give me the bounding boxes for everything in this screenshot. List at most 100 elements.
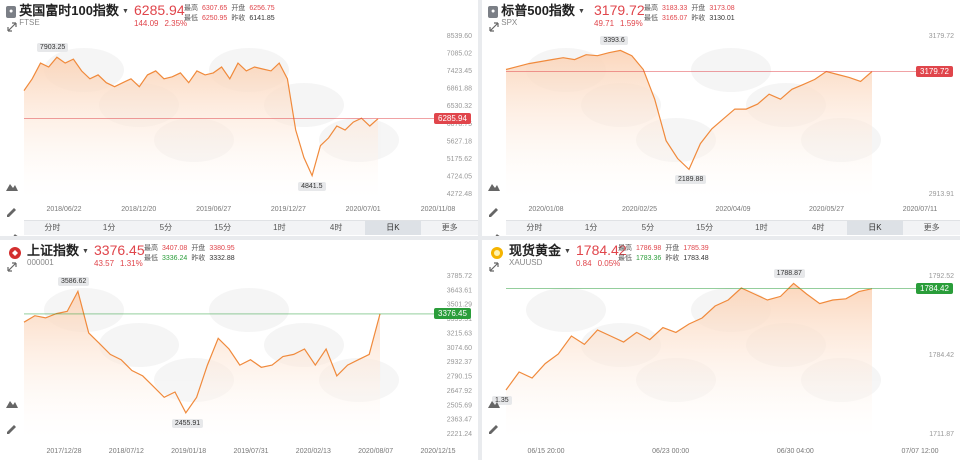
timeframe-option[interactable]: 4时: [308, 221, 365, 235]
stat-label: 昨收: [665, 255, 680, 262]
x-axis-label: 2017/12/28: [46, 448, 82, 455]
mountain-chart-icon[interactable]: [486, 395, 502, 411]
pencil-icon[interactable]: [486, 421, 502, 437]
instrument-title: 现货黄金 ▼ XAUUSD: [509, 244, 571, 268]
pencil-icon[interactable]: [4, 421, 20, 437]
map-shape: [526, 288, 606, 332]
expand-icon[interactable]: [489, 262, 499, 275]
panel-ftse: 8539.60 7085.02 7423.45 6861.88 6530.32 6078.…: [0, 0, 478, 236]
stat-value: 3332.88: [209, 255, 235, 262]
pencil-icon[interactable]: [4, 204, 20, 220]
timeframe-option[interactable]: 5分: [620, 221, 677, 235]
price-chart[interactable]: 8539.607085.027423.456861.886530.326078.…: [0, 0, 478, 236]
stat-label: 最高: [184, 5, 198, 12]
panel-header: ● 标普500指数 ▼ SPX 3179.72 49.71 1.59% 最高 3183.33 开盘…: [482, 0, 960, 30]
pencil-icon[interactable]: [486, 204, 502, 220]
y-axis-label: 6861.88: [447, 86, 472, 93]
high-callout: 3586.62: [57, 277, 90, 287]
expand-icon[interactable]: [7, 262, 17, 275]
stat-value: 3165.07: [662, 15, 688, 22]
last-price: 3376.45: [94, 242, 145, 258]
timeframe-option[interactable]: 5分: [138, 221, 195, 235]
instrument-name: 上证指数: [27, 243, 80, 258]
chevron-down-icon[interactable]: ▼: [564, 246, 571, 257]
y-axis-label: 7423.45: [447, 68, 472, 75]
change-percent: 1.31%: [120, 259, 143, 268]
timeframe-option[interactable]: 分时: [506, 221, 563, 235]
timeframe-option[interactable]: 日K: [846, 221, 904, 235]
instrument-selector[interactable]: ● 标普500指数 ▼ SPX: [488, 4, 585, 27]
mountain-chart-icon[interactable]: [4, 178, 20, 194]
x-axis-label: 2019/12/27: [270, 206, 306, 213]
price-stats: 最高 6307.65 开盘 6256.75 最低 6250.95 昨收 6141.85: [184, 4, 275, 23]
stat-label: 开盘: [191, 245, 206, 252]
instrument-title: 标普500指数 ▼ SPX: [501, 4, 585, 28]
change-value: 49.71: [594, 19, 615, 28]
x-axis-label: 2020/02/13: [295, 448, 331, 455]
timeframe-option[interactable]: 分时: [24, 221, 81, 235]
timeframe-option[interactable]: 15分: [194, 221, 251, 235]
timeframe-option[interactable]: 更多: [421, 221, 478, 235]
instrument-selector[interactable]: 现货黄金 ▼ XAUUSD: [488, 244, 571, 267]
indicator-icon[interactable]: [486, 230, 502, 236]
drawing-tools: [486, 178, 502, 236]
chevron-down-icon[interactable]: ▼: [122, 6, 129, 17]
x-axis-label: 2019/01/18: [171, 448, 207, 455]
x-axis: 2020/01/08 2020/02/25 2020/04/09 2020/05/27…: [482, 206, 960, 216]
timeframe-option[interactable]: 15分: [676, 221, 733, 235]
y-axis-label: 7085.02: [447, 51, 472, 58]
stat-label: 最低: [144, 255, 158, 262]
timeframe-option[interactable]: 日K: [364, 221, 422, 235]
x-axis-label: 06/30 04:00: [776, 448, 814, 455]
stat-value: 3380.95: [209, 245, 235, 252]
timeframe-option[interactable]: 1时: [733, 221, 790, 235]
price-chart[interactable]: 3179.72 2913.91: [482, 0, 960, 236]
current-price-tag: 1784.42: [916, 282, 953, 294]
x-axis-label: 2020/02/25: [621, 206, 658, 213]
expand-icon[interactable]: [489, 22, 499, 35]
price-change: 49.71 1.59%: [594, 18, 649, 29]
y-axis-label: 4724.05: [447, 173, 472, 180]
expand-icon[interactable]: [7, 22, 17, 35]
timeframe-option[interactable]: 4时: [790, 221, 847, 235]
y-axis-label: 3074.60: [447, 345, 472, 352]
panel-spx: 3179.72 2913.91 ● 标普500指数 ▼ SPX 3179.72 49.71 1.…: [482, 0, 960, 236]
stat-label: 开盘: [691, 5, 706, 12]
price-chart[interactable]: 1792.52 1784.42 1711.87: [482, 240, 960, 460]
panel-header: 现货黄金 ▼ XAUUSD 1784.42 0.84 0.05% 最高 1786.98 开盘 17…: [482, 240, 960, 270]
price-chart[interactable]: 3785.723643.613501.293359.513215.633074.…: [0, 240, 478, 460]
area-fill: [24, 57, 378, 199]
chevron-down-icon[interactable]: ▼: [82, 246, 89, 257]
instrument-code: XAUUSD: [509, 258, 543, 267]
x-axis: 2017/12/28 2018/07/12 2019/01/18 2019/07/31…: [0, 448, 478, 458]
mountain-chart-icon[interactable]: [4, 395, 20, 411]
low-callout: 2189.88: [675, 175, 707, 185]
indicator-icon[interactable]: [4, 230, 20, 236]
timeframe-option[interactable]: 1分: [81, 221, 138, 235]
current-price-tag: 3179.72: [916, 65, 953, 77]
chevron-down-icon[interactable]: ▼: [578, 6, 585, 17]
exchange-logo-icon: [6, 244, 24, 262]
stat-label: 最高: [644, 5, 658, 12]
y-axis-label: 1792.52: [929, 273, 954, 280]
y-axis-label: 2505.69: [447, 402, 472, 409]
x-axis-label: 2020/08/07: [358, 448, 394, 455]
panel-header: 上证指数 ▼ 000001 3376.45 43.57 1.31% 最高 3407.08 开盘 3…: [0, 240, 478, 270]
instrument-selector[interactable]: ● 英国富时100指数 ▼ FTSE: [6, 4, 129, 27]
timeframe-option[interactable]: 1分: [563, 221, 620, 235]
timeframe-option[interactable]: 1时: [251, 221, 308, 235]
gold-icon: [488, 244, 506, 262]
instrument-selector[interactable]: 上证指数 ▼ 000001: [6, 244, 89, 267]
stat-value: 1786.98: [636, 245, 662, 252]
x-axis: 06/15 20:00 06/23 00:00 06/30 04:00 07/07 1…: [482, 448, 960, 458]
timeframe-option[interactable]: 更多: [903, 221, 960, 235]
map-shape: [209, 288, 289, 332]
x-axis-label: 2018/07/12: [108, 448, 144, 455]
mountain-chart-icon[interactable]: [486, 178, 502, 194]
instrument-code: FTSE: [19, 18, 40, 27]
stat-label: 最低: [184, 15, 198, 22]
x-axis-label: 2020/11/08: [420, 206, 456, 213]
instrument-title: 上证指数 ▼ 000001: [27, 243, 89, 268]
drawing-tools: [486, 395, 502, 437]
y-axis-label: 3785.72: [447, 273, 472, 280]
